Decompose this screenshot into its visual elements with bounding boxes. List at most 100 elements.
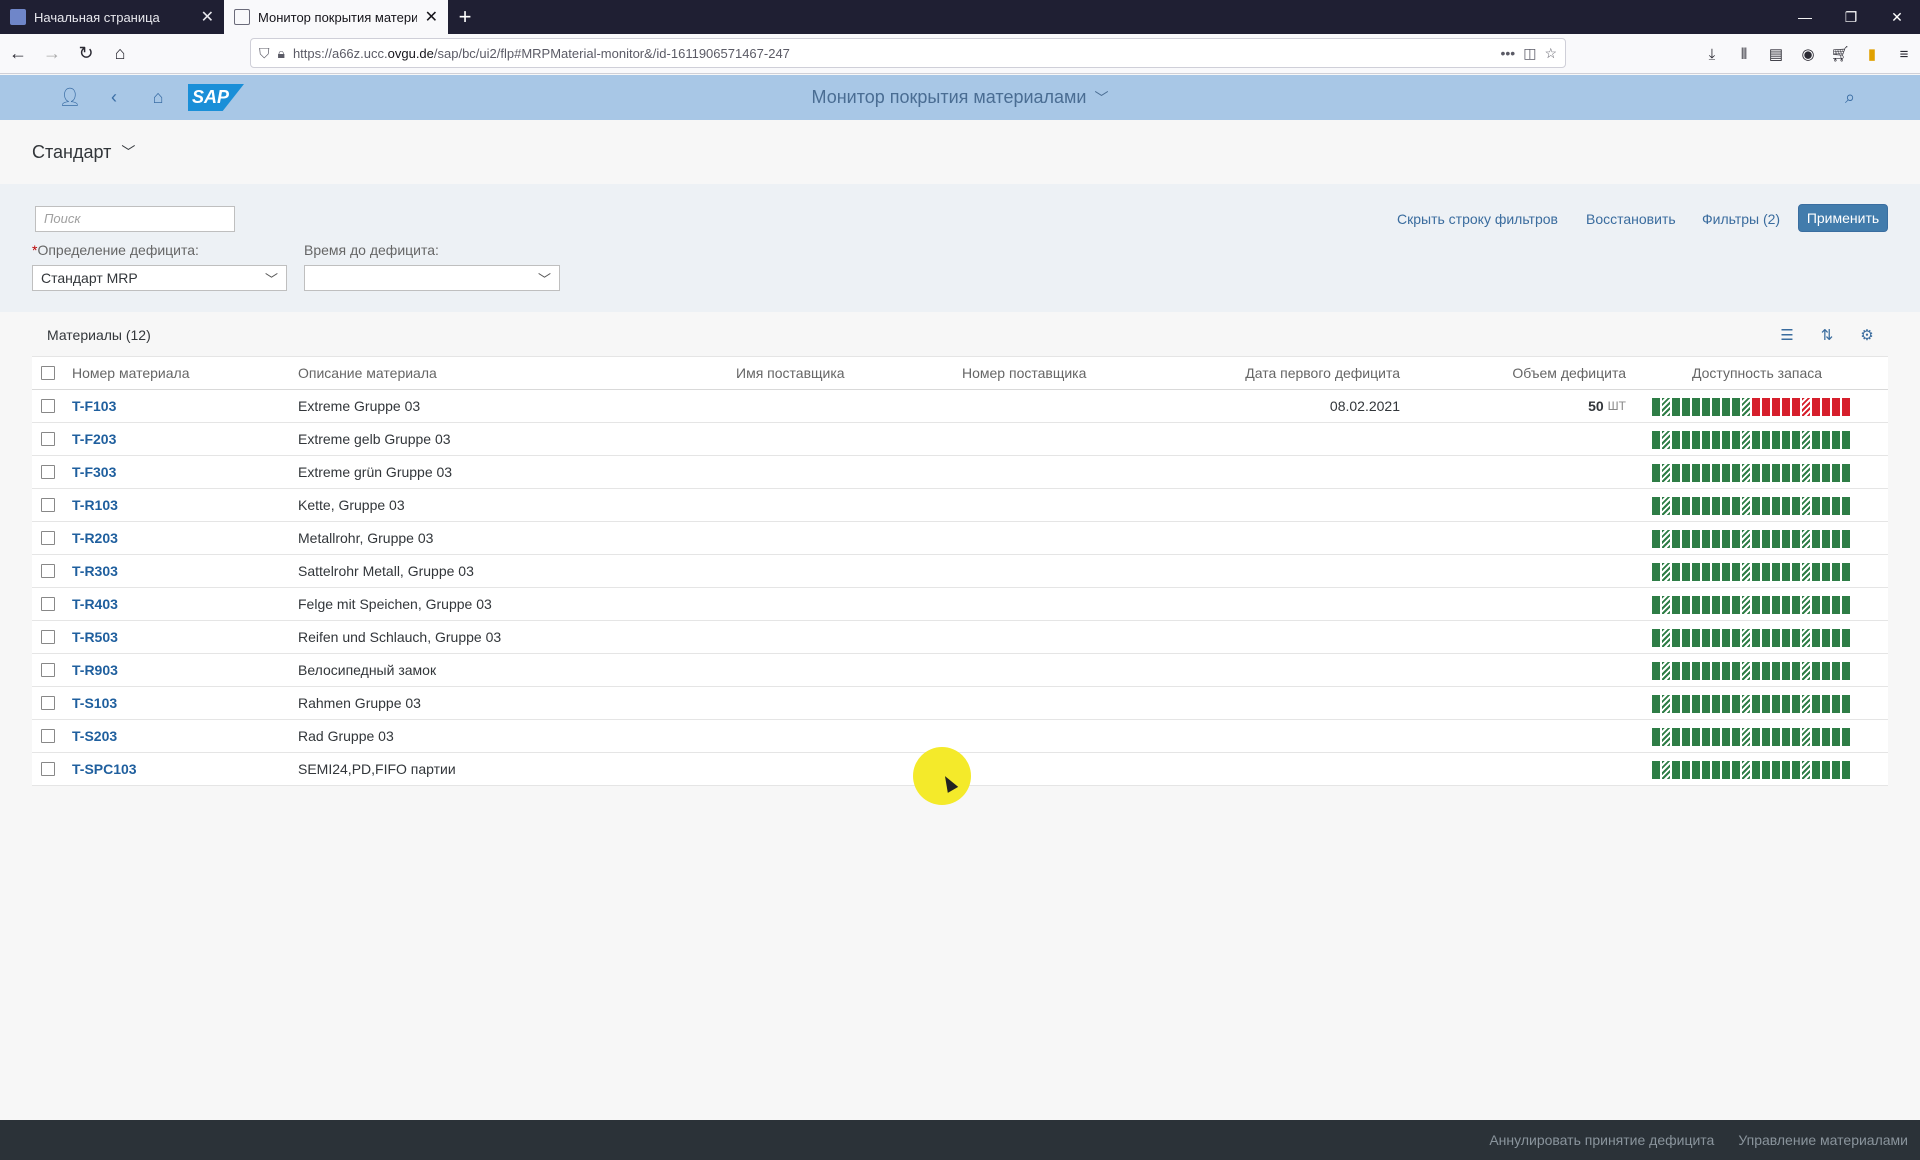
tab-home[interactable]: Начальная страница ✕ (0, 0, 224, 34)
table-row[interactable]: T-S103 Rahmen Gruppe 03 (32, 687, 1888, 720)
reload-icon[interactable]: ↻ (70, 38, 102, 70)
more-actions-icon[interactable]: ••• (1500, 45, 1515, 61)
chevron-down-icon[interactable]: ﹀ (265, 269, 278, 288)
download-icon[interactable]: ⤓ (1696, 38, 1728, 70)
material-number-link[interactable]: T-R203 (72, 530, 118, 546)
row-checkbox[interactable] (41, 465, 55, 479)
table-row[interactable]: T-S203 Rad Gruppe 03 (32, 720, 1888, 753)
material-number-link[interactable]: T-R303 (72, 563, 118, 579)
shield-icon[interactable]: ⛉ (259, 45, 270, 62)
forward-icon[interactable]: → (36, 38, 68, 70)
restore-button[interactable]: Восстановить (1586, 206, 1676, 232)
address-bar[interactable]: ⛉ 🔒︎ https://a66z.ucc.ovgu.de/sap/bc/ui2… (250, 38, 1566, 68)
table-row[interactable]: T-R403 Felge mit Speichen, Gruppe 03 (32, 588, 1888, 621)
extension-icon[interactable]: ▮ (1856, 38, 1888, 70)
close-tab-icon[interactable]: ✕ (425, 7, 438, 27)
stock-availability-bar[interactable] (1652, 695, 1850, 713)
material-number-link[interactable]: T-R103 (72, 497, 118, 513)
row-checkbox[interactable] (41, 564, 55, 578)
settings-gear-icon[interactable]: ⚙ (1854, 322, 1880, 348)
cart-icon[interactable]: 🛒︎ (1824, 38, 1856, 70)
home-icon[interactable]: ⌂ (138, 75, 178, 120)
row-checkbox[interactable] (41, 663, 55, 677)
apply-button[interactable]: Применить (1798, 204, 1888, 232)
chevron-down-icon[interactable]: ﹀ (538, 269, 551, 288)
row-checkbox[interactable] (41, 729, 55, 743)
variant-selector[interactable]: Стандарт ﹀ (0, 120, 1920, 184)
material-number-link[interactable]: T-R903 (72, 662, 118, 678)
material-number-link[interactable]: T-SPC103 (72, 761, 137, 777)
row-checkbox[interactable] (41, 762, 55, 776)
row-checkbox[interactable] (41, 498, 55, 512)
material-number-link[interactable]: T-R403 (72, 596, 118, 612)
sidebar-icon[interactable]: ▤ (1760, 38, 1792, 70)
material-number-link[interactable]: T-F203 (72, 431, 116, 447)
stock-availability-bar[interactable] (1652, 431, 1850, 449)
row-checkbox[interactable] (41, 597, 55, 611)
row-checkbox[interactable] (41, 531, 55, 545)
home-icon[interactable]: ⌂ (104, 38, 136, 70)
menu-icon[interactable]: ≡ (1888, 38, 1920, 70)
table-row[interactable]: T-R903 Велосипедный замок (32, 654, 1888, 687)
app-title[interactable]: Монитор покрытия материалами ﹀ (0, 75, 1920, 120)
col-first-shortage-date[interactable]: Дата первого дефицита (1132, 357, 1400, 389)
url-text[interactable]: https://a66z.ucc.ovgu.de/sap/bc/ui2/flp#… (293, 46, 1493, 61)
user-icon[interactable]: 👤︎ (50, 75, 90, 120)
group-icon[interactable]: ☰ (1774, 322, 1800, 348)
back-nav-icon[interactable]: ‹ (94, 75, 134, 120)
minimize-icon[interactable]: — (1782, 0, 1828, 34)
col-supplier-name[interactable]: Имя поставщика (736, 357, 845, 389)
select-all-checkbox[interactable] (41, 366, 55, 380)
bookmark-star-icon[interactable]: ☆ (1544, 45, 1557, 62)
close-tab-icon[interactable]: ✕ (201, 7, 214, 27)
time-to-shortage-select[interactable]: ﹀ (304, 265, 560, 291)
stock-availability-bar[interactable] (1652, 398, 1850, 416)
search-input[interactable]: Поиск (35, 206, 235, 232)
table-row[interactable]: T-R503 Reifen und Schlauch, Gruppe 03 (32, 621, 1888, 654)
manage-materials-button[interactable]: Управление материалами (1738, 1132, 1908, 1148)
account-icon[interactable]: ◉ (1792, 38, 1824, 70)
col-description[interactable]: Описание материала (298, 357, 437, 389)
material-number-link[interactable]: T-F303 (72, 464, 116, 480)
new-tab-button[interactable]: + (448, 0, 482, 34)
material-number-link[interactable]: T-S103 (72, 695, 117, 711)
table-row[interactable]: T-R103 Kette, Gruppe 03 (32, 489, 1888, 522)
library-icon[interactable]: ⫴ (1728, 38, 1760, 70)
lock-icon[interactable]: 🔒︎ (278, 45, 285, 62)
col-material-number[interactable]: Номер материала (72, 357, 189, 389)
col-supplier-number[interactable]: Номер поставщика (962, 357, 1086, 389)
table-row[interactable]: T-R203 Metallrohr, Gruppe 03 (32, 522, 1888, 555)
col-shortage-quantity[interactable]: Объем дефицита (1432, 357, 1626, 389)
material-number-link[interactable]: T-R503 (72, 629, 118, 645)
stock-availability-bar[interactable] (1652, 761, 1850, 779)
stock-availability-bar[interactable] (1652, 662, 1850, 680)
row-checkbox[interactable] (41, 432, 55, 446)
stock-availability-bar[interactable] (1652, 464, 1850, 482)
stock-availability-bar[interactable] (1652, 629, 1850, 647)
stock-availability-bar[interactable] (1652, 563, 1850, 581)
table-row[interactable]: T-F203 Extreme gelb Gruppe 03 (32, 423, 1888, 456)
stock-availability-bar[interactable] (1652, 596, 1850, 614)
sort-icon[interactable]: ⇅ (1814, 322, 1840, 348)
table-row[interactable]: T-F303 Extreme grün Gruppe 03 (32, 456, 1888, 489)
stock-availability-bar[interactable] (1652, 497, 1850, 515)
row-checkbox[interactable] (41, 399, 55, 413)
col-stock-availability[interactable]: Доступность запаса (1652, 357, 1862, 389)
material-number-link[interactable]: T-F103 (72, 398, 116, 414)
row-checkbox[interactable] (41, 696, 55, 710)
stock-availability-bar[interactable] (1652, 530, 1850, 548)
tab-material-monitor[interactable]: Монитор покрытия материал ✕ (224, 0, 448, 34)
hide-filter-bar-button[interactable]: Скрыть строку фильтров (1397, 206, 1558, 232)
filters-button[interactable]: Фильтры (2) (1702, 206, 1780, 232)
row-checkbox[interactable] (41, 630, 55, 644)
material-number-link[interactable]: T-S203 (72, 728, 117, 744)
back-icon[interactable]: ← (2, 38, 34, 70)
search-icon[interactable]: ⌕ (1830, 75, 1870, 120)
table-row[interactable]: T-R303 Sattelrohr Metall, Gruppe 03 (32, 555, 1888, 588)
shortage-definition-select[interactable]: Стандарт MRP ﹀ (32, 265, 287, 291)
stock-availability-bar[interactable] (1652, 728, 1850, 746)
cancel-shortage-acceptance-button[interactable]: Аннулировать принятие дефицита (1489, 1132, 1714, 1148)
restore-icon[interactable]: ❐ (1828, 0, 1874, 34)
close-window-icon[interactable]: ✕ (1874, 0, 1920, 34)
table-row[interactable]: T-F103 Extreme Gruppe 03 08.02.2021 50 ШТ (32, 390, 1888, 423)
